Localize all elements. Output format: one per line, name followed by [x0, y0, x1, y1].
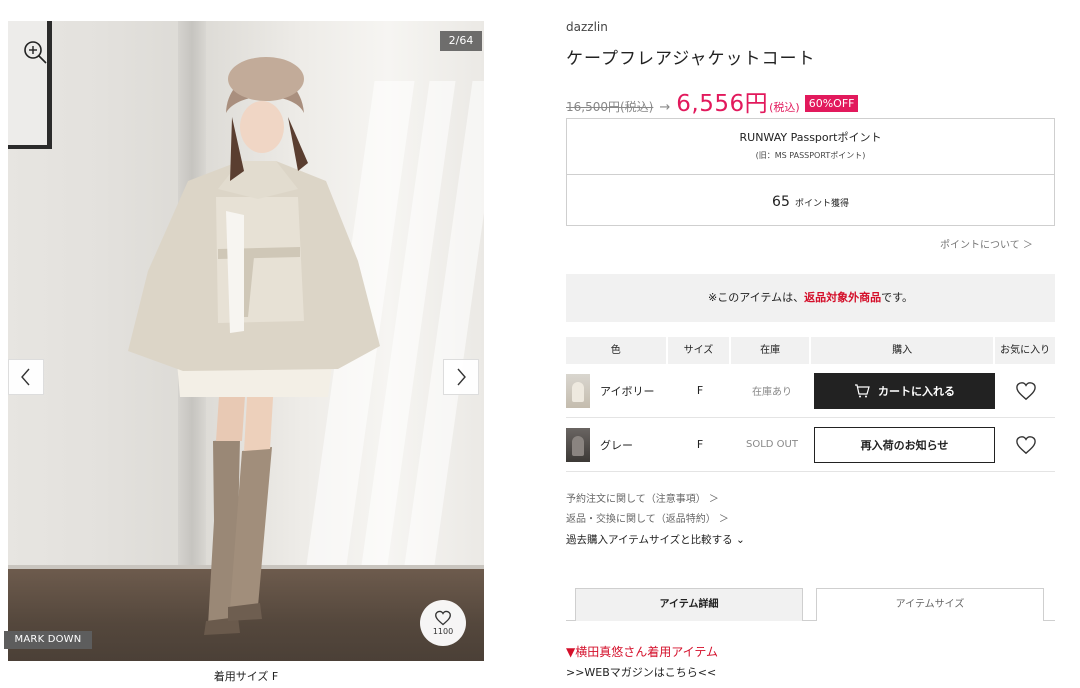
heart-icon	[435, 610, 451, 626]
chevron-left-icon	[21, 368, 30, 386]
color-thumbnail[interactable]	[566, 373, 590, 408]
cart-icon	[855, 383, 870, 397]
return-notice: ※このアイテムは、返品対象外商品です。	[566, 274, 1055, 322]
color-name: グレー	[600, 438, 633, 452]
wearing-size-caption: 着用サイズ F	[213, 670, 279, 683]
model-wearing-heading: ▼横田真悠さん着用アイテム	[566, 645, 719, 659]
price-row: 16,500円(税込) → 6,556円 (税込) 60%OFF	[566, 84, 859, 117]
notice-highlight[interactable]: 返品対象外商品	[804, 291, 881, 304]
points-title: RUNWAY Passportポイント	[739, 131, 882, 144]
color-name: アイボリー	[600, 384, 655, 398]
favorite-count-button[interactable]: 1100	[420, 600, 466, 646]
points-unit: ポイント獲得	[794, 199, 849, 209]
points-about-link[interactable]: ポイントについて ＞	[940, 236, 1033, 251]
product-title: ケープフレアジャケットコート	[566, 49, 816, 69]
notice-suffix: です。	[881, 291, 914, 304]
table-header: 色 サイズ 在庫 購入 お気に入り	[566, 337, 1055, 364]
stock-table: 色 サイズ 在庫 購入 お気に入り アイボリー F 在庫あり カートに入れる グ…	[566, 337, 1055, 472]
add-to-cart-button[interactable]: カートに入れる	[814, 372, 995, 409]
original-price: 16,500円(税込)	[566, 100, 654, 114]
prev-image-button[interactable]	[8, 359, 44, 395]
product-photo[interactable]: 2/64 1100	[8, 21, 484, 661]
next-image-button[interactable]	[443, 359, 479, 395]
model-figure	[128, 57, 380, 635]
compare-size-link[interactable]: 過去購入アイテムサイズと比較する ⌄	[566, 530, 745, 550]
header-size: サイズ	[667, 337, 730, 364]
header-buy: 購入	[811, 337, 994, 364]
tab-item-details[interactable]: アイテム詳細	[575, 588, 803, 621]
heart-icon[interactable]	[1015, 381, 1037, 401]
header-color: 色	[566, 337, 666, 364]
detail-tabs: アイテム詳細 アイテムサイズ	[566, 588, 1055, 621]
heart-icon[interactable]	[1015, 435, 1037, 455]
header-stock: 在庫	[731, 337, 809, 364]
points-subtitle: (旧：MS PASSPORTポイント)	[755, 151, 866, 160]
favorite-count: 1100	[432, 627, 454, 636]
size-value: F	[696, 384, 704, 397]
info-links: 予約注文に関して（注意事項） ＞ 返品・交換に関して（返品特約） ＞ 過去購入ア…	[566, 490, 745, 550]
tab-item-size[interactable]: アイテムサイズ	[816, 588, 1044, 621]
header-favorite: お気に入り	[995, 337, 1055, 364]
web-magazine-link[interactable]: >>WEBマガジンはこちら<<	[566, 664, 716, 680]
markdown-badge: MARK DOWN	[4, 631, 92, 649]
brand-name[interactable]: dazzlin	[566, 20, 608, 34]
zoom-icon[interactable]	[22, 39, 48, 65]
image-counter: 2/64	[440, 31, 482, 51]
stock-status: SOLD OUT	[746, 439, 798, 450]
sale-price-tax: (税込)	[769, 101, 800, 114]
points-value: 65	[772, 194, 790, 210]
points-box: RUNWAY Passportポイント (旧：MS PASSPORTポイント) …	[566, 118, 1055, 226]
discount-badge: 60%OFF	[804, 95, 859, 112]
returns-link[interactable]: 返品・交換に関して（返品特約） ＞	[566, 510, 745, 530]
chevron-right-icon	[457, 368, 466, 386]
color-thumbnail[interactable]	[566, 427, 590, 462]
price-arrow: →	[659, 100, 671, 115]
preorder-link[interactable]: 予約注文に関して（注意事項） ＞	[566, 490, 745, 510]
table-row: アイボリー F 在庫あり カートに入れる	[566, 364, 1055, 418]
size-value: F	[696, 438, 704, 451]
stock-status: 在庫あり	[752, 387, 792, 398]
sale-price: 6,556円	[676, 91, 769, 117]
restock-notify-button[interactable]: 再入荷のお知らせ	[814, 426, 995, 463]
notice-prefix: ※このアイテムは、	[707, 291, 805, 304]
add-to-cart-label: カートに入れる	[878, 384, 955, 398]
table-row: グレー F SOLD OUT 再入荷のお知らせ	[566, 418, 1055, 472]
